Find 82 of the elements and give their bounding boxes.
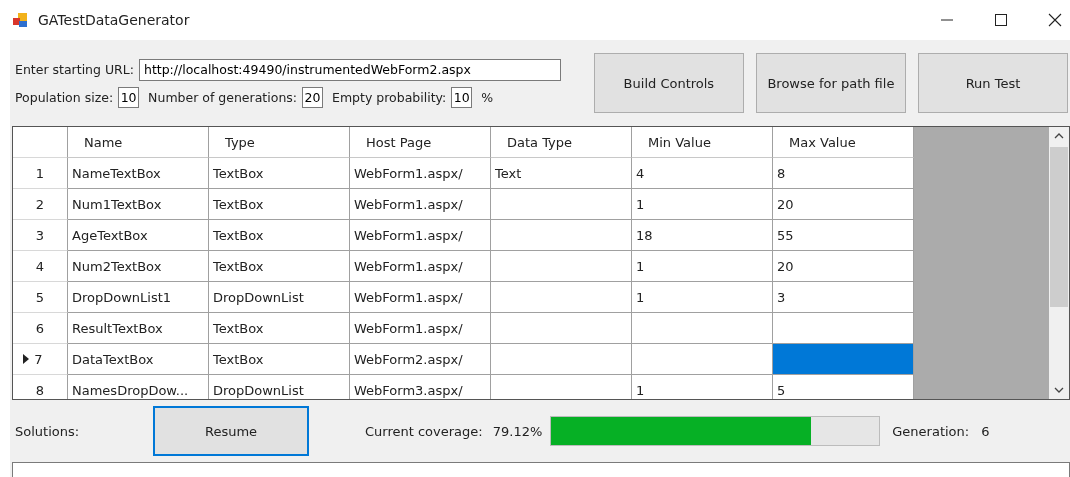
table-cell[interactable]: WebForm1.aspx/ bbox=[350, 158, 491, 189]
url-field[interactable]: http://localhost:49490/instrumentedWebForm2.aspx bbox=[138, 58, 561, 81]
table-cell[interactable]: 20 bbox=[773, 251, 914, 282]
param-field[interactable]: 20 bbox=[302, 86, 324, 108]
table-cell[interactable]: Text bbox=[491, 158, 632, 189]
table-cell[interactable]: WebForm1.aspx/ bbox=[350, 313, 491, 344]
table-cell[interactable]: DropDownList1 bbox=[68, 282, 209, 313]
table-cell[interactable]: NameTextBox bbox=[68, 158, 209, 189]
close-icon[interactable] bbox=[1048, 13, 1062, 27]
current-row-icon bbox=[23, 354, 30, 364]
resume-button[interactable]: Resume bbox=[153, 406, 309, 456]
table-cell[interactable]: TextBox bbox=[209, 313, 350, 344]
table-cell[interactable] bbox=[491, 282, 632, 313]
table-cell[interactable] bbox=[491, 220, 632, 251]
row-header[interactable]: 4 bbox=[13, 251, 68, 282]
param-field[interactable]: 10 bbox=[451, 86, 473, 108]
table-cell[interactable]: TextBox bbox=[209, 220, 350, 251]
column-header[interactable]: Data Type bbox=[491, 127, 632, 158]
action-button[interactable]: Run Test bbox=[917, 53, 1068, 113]
table-cell[interactable]: 55 bbox=[773, 220, 914, 251]
row-header[interactable]: 7 bbox=[13, 344, 68, 375]
table-cell[interactable]: Num2TextBox bbox=[68, 251, 209, 282]
scrollbar[interactable] bbox=[1049, 127, 1069, 399]
table-cell[interactable]: 1 bbox=[632, 251, 773, 282]
table-cell[interactable]: WebForm1.aspx/ bbox=[350, 189, 491, 220]
action-button[interactable]: Browse for path file bbox=[755, 53, 906, 113]
table-cell[interactable]: 20 bbox=[773, 189, 914, 220]
table-cell[interactable]: 4 bbox=[632, 158, 773, 189]
table-cell[interactable]: WebForm1.aspx/ bbox=[350, 282, 491, 313]
row-header[interactable]: 2 bbox=[13, 189, 68, 220]
param-label: Number of generations: bbox=[148, 89, 298, 105]
app-icon bbox=[12, 12, 28, 28]
table-cell[interactable]: WebForm2.aspx/ bbox=[350, 344, 491, 375]
url-label: Enter starting URL: bbox=[15, 62, 134, 77]
coverage-label: Current coverage: bbox=[365, 423, 483, 439]
param-field[interactable]: 10 bbox=[118, 86, 140, 108]
window-title: GATestDataGenerator bbox=[38, 12, 190, 28]
table-cell[interactable]: AgeTextBox bbox=[68, 220, 209, 251]
generation-value: 6 bbox=[981, 423, 990, 439]
scroll-up-icon[interactable] bbox=[1054, 133, 1064, 139]
action-button[interactable]: Build Controls bbox=[593, 53, 744, 113]
table-cell[interactable] bbox=[632, 344, 773, 375]
row-header[interactable]: 6 bbox=[13, 313, 68, 344]
generation-label: Generation: bbox=[892, 423, 970, 439]
maximize-icon[interactable] bbox=[994, 13, 1008, 27]
table-cell[interactable]: TextBox bbox=[209, 189, 350, 220]
percent-label: % bbox=[481, 89, 494, 105]
table-cell[interactable] bbox=[491, 313, 632, 344]
table-cell[interactable]: DataTextBox bbox=[68, 344, 209, 375]
table-cell[interactable] bbox=[491, 189, 632, 220]
header-corner[interactable] bbox=[13, 127, 68, 158]
table-cell[interactable]: ResultTextBox bbox=[68, 313, 209, 344]
table-cell[interactable]: WebForm1.aspx/ bbox=[350, 251, 491, 282]
table-cell[interactable] bbox=[491, 251, 632, 282]
table-cell[interactable]: TextBox bbox=[209, 344, 350, 375]
table-cell[interactable]: DropDownList bbox=[209, 282, 350, 313]
column-header[interactable]: Host Page bbox=[350, 127, 491, 158]
table-cell[interactable]: TextBox bbox=[209, 251, 350, 282]
table-cell[interactable]: WebForm1.aspx/ bbox=[350, 220, 491, 251]
table-cell[interactable] bbox=[773, 344, 914, 375]
table-cell[interactable]: 1 bbox=[632, 189, 773, 220]
coverage-value: 79.12% bbox=[492, 423, 543, 439]
row-header[interactable]: 1 bbox=[13, 158, 68, 189]
table-cell[interactable] bbox=[632, 313, 773, 344]
solutions-label: Solutions: bbox=[15, 423, 81, 439]
table-cell[interactable]: 3 bbox=[773, 282, 914, 313]
param-label: Empty probability: bbox=[332, 89, 447, 105]
column-header[interactable]: Min Value bbox=[632, 127, 773, 158]
table-cell[interactable]: Num1TextBox bbox=[68, 189, 209, 220]
column-header[interactable]: Type bbox=[209, 127, 350, 158]
table-cell[interactable]: 1 bbox=[632, 282, 773, 313]
scroll-down-icon[interactable] bbox=[1054, 387, 1064, 393]
table-cell[interactable]: TextBox bbox=[209, 158, 350, 189]
table-cell[interactable]: 8 bbox=[773, 158, 914, 189]
row-header[interactable]: 5 bbox=[13, 282, 68, 313]
column-header[interactable]: Max Value bbox=[773, 127, 914, 158]
param-label: Population size: bbox=[15, 89, 114, 105]
table-cell[interactable] bbox=[491, 344, 632, 375]
column-header[interactable]: Name bbox=[68, 127, 209, 158]
table-cell[interactable]: 18 bbox=[632, 220, 773, 251]
row-header[interactable]: 3 bbox=[13, 220, 68, 251]
table-cell[interactable] bbox=[773, 313, 914, 344]
